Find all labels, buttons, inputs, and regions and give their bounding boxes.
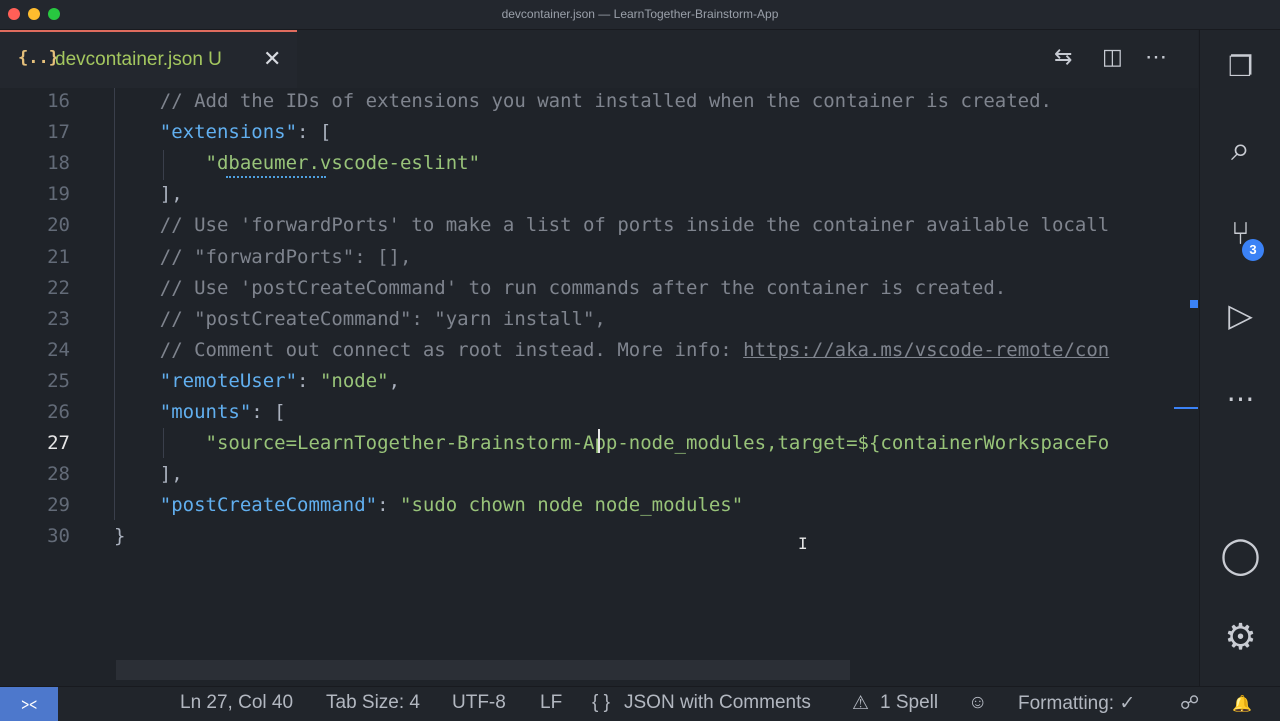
json-string: "node" [319, 370, 389, 392]
json-key: "postCreateCommand" [159, 494, 378, 516]
split-editor-icon[interactable]: ◫ [1102, 44, 1123, 70]
status-bar: ⪥ Ln 27, Col 40 Tab Size: 4 UTF-8 LF { }… [0, 686, 1280, 721]
open-changes-icon[interactable]: ⇆ [1054, 44, 1072, 70]
source-control-badge: 3 [1242, 239, 1264, 261]
feedback-icon[interactable]: ☍ [1180, 692, 1199, 715]
json-string: "source=LearnTogether-Brainstorm-App-nod… [205, 432, 1110, 454]
explorer-icon[interactable]: ❐ [1200, 50, 1280, 83]
line-number: 22 [47, 277, 70, 299]
code-line-24: // Comment out connect as root instead. … [114, 339, 1110, 361]
tab-devcontainer-json[interactable]: {..} devcontainer.json U ✕ [0, 30, 297, 88]
line-number: 19 [47, 183, 70, 205]
code-line-30: } [114, 525, 126, 547]
more-actions-icon[interactable]: ⋯ [1145, 44, 1167, 70]
line-number: 24 [47, 339, 70, 361]
code-line-16: // Add the IDs of extensions you want in… [114, 90, 1052, 112]
title-bar: devcontainer.json — LearnTogether-Brains… [0, 0, 1280, 30]
line-number: 28 [47, 463, 70, 485]
json-key: "remoteUser" [159, 370, 298, 392]
code-line-21: // "forwardPorts": [], [114, 246, 412, 268]
tab-bar: {..} devcontainer.json U ✕ ⇆ ◫ ⋯ [0, 30, 1198, 88]
json-string: "dbaeumer.vscode-eslint" [205, 152, 481, 174]
spell-check-status[interactable]: 1 Spell [880, 692, 938, 714]
encoding[interactable]: UTF-8 [452, 692, 506, 714]
code-line-18: "dbaeumer.vscode-eslint" [114, 152, 481, 174]
tab-size[interactable]: Tab Size: 4 [326, 692, 420, 714]
notifications-bell-icon[interactable]: 🔔 [1232, 694, 1252, 714]
code-line-19: ], [114, 183, 183, 205]
code-line-28: ], [114, 463, 183, 485]
code-line-27: "source=LearnTogether-Brainstorm-App-nod… [114, 432, 1110, 454]
run-debug-icon[interactable]: ▷ [1200, 296, 1280, 334]
tab-label: devcontainer.json U [55, 49, 222, 70]
search-icon[interactable]: ⌕ [1200, 130, 1280, 169]
copilot-icon[interactable]: ☺ [968, 692, 987, 714]
line-number: 16 [47, 90, 70, 112]
cursor-position[interactable]: Ln 27, Col 40 [180, 692, 293, 714]
account-icon[interactable]: ◯ [1200, 534, 1280, 576]
window-title: devcontainer.json — LearnTogether-Brains… [501, 7, 779, 21]
settings-gear-icon[interactable]: ⚙ [1200, 616, 1280, 658]
json-key: "mounts" [159, 401, 252, 423]
json-file-icon: {..} [18, 48, 59, 68]
activity-bar: ❐ ⌕ ⑂ ▷ ⋯ ◯ ⚙ [1199, 30, 1280, 686]
line-number: 18 [47, 152, 70, 174]
spelling-squiggle [226, 172, 326, 178]
json-string: "sudo chown node node_modules" [400, 494, 744, 516]
line-number: 20 [47, 214, 70, 236]
comment-link[interactable]: https://aka.ms/vscode-remote/con [743, 339, 1109, 361]
warning-icon: ⚠ [852, 693, 870, 714]
formatting-status[interactable]: Formatting: ✓ [1018, 692, 1135, 715]
line-number: 23 [47, 308, 70, 330]
minimap-marker [1190, 300, 1198, 308]
line-number: 29 [47, 494, 70, 516]
code-line-25: "remoteUser": "node", [159, 370, 401, 392]
remote-indicator-icon[interactable]: ⪥ [0, 687, 58, 721]
code-line-20: // Use 'forwardPorts' to make a list of … [114, 214, 1110, 236]
line-number: 25 [47, 370, 70, 392]
line-number-active: 27 [47, 432, 70, 454]
minimap-line [1174, 407, 1198, 409]
mouse-ibeam-icon: I [798, 534, 808, 553]
line-number: 30 [47, 525, 70, 547]
code-line-26: "mounts": [ [159, 401, 286, 423]
close-icon[interactable]: ✕ [263, 46, 281, 72]
language-mode[interactable]: JSON with Comments [624, 692, 811, 714]
end-of-line[interactable]: LF [540, 692, 562, 714]
code-editor[interactable]: 16 17 18 19 20 21 22 23 24 25 26 27 28 2… [0, 88, 1198, 686]
code-line-17: "extensions": [ [159, 121, 332, 143]
code-line-22: // Use 'postCreateCommand' to run comman… [114, 277, 1007, 299]
text-cursor [598, 429, 600, 453]
json-key: "extensions" [159, 121, 298, 143]
line-number: 26 [47, 401, 70, 423]
code-line-29: "postCreateCommand": "sudo chown node no… [159, 494, 744, 516]
line-number: 21 [47, 246, 70, 268]
horizontal-scrollbar[interactable] [116, 660, 850, 680]
line-number: 17 [47, 121, 70, 143]
language-braces-icon: { } [592, 692, 610, 713]
code-line-23: // "postCreateCommand": "yarn install", [114, 308, 606, 330]
source-control-icon[interactable]: ⑂ [1200, 215, 1280, 252]
more-icon[interactable]: ⋯ [1200, 382, 1280, 415]
